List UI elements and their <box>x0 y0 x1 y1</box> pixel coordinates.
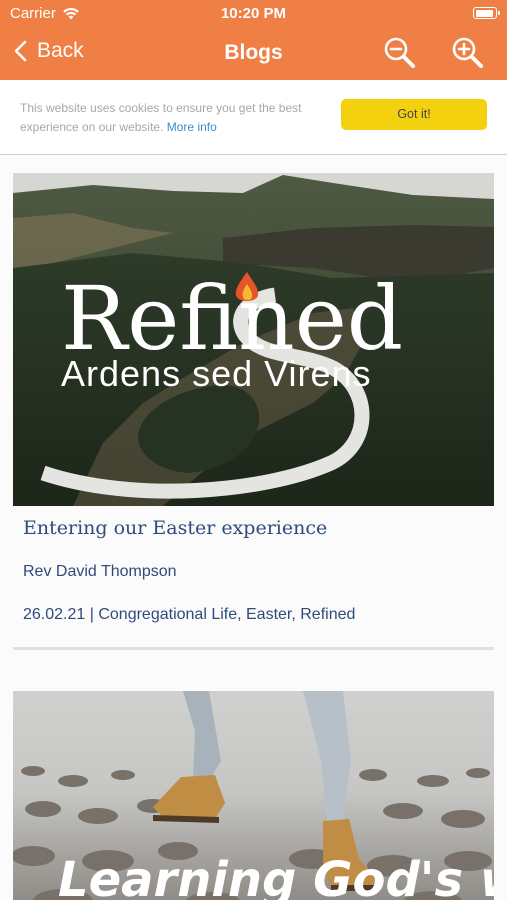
post-image-subtitle: Ardens sed Virens <box>61 353 372 394</box>
chevron-left-icon <box>14 40 27 62</box>
post-title[interactable]: Entering our Easter experience <box>23 517 327 539</box>
nav-bar: Back Blogs <box>0 28 507 80</box>
more-info-link[interactable]: More info <box>167 120 217 134</box>
cookie-message: This website uses cookies to ensure you … <box>20 99 320 137</box>
back-button[interactable]: Back <box>14 39 84 63</box>
meta-separator: | <box>89 606 94 623</box>
back-label: Back <box>37 39 84 62</box>
zoom-in-button[interactable] <box>451 36 485 75</box>
battery-level <box>475 9 493 17</box>
post-divider <box>13 647 494 650</box>
post-date: 26.02.21 <box>23 606 86 623</box>
post-author: Rev David Thompson <box>23 563 177 580</box>
cookie-banner: This website uses cookies to ensure you … <box>0 80 507 155</box>
post-image-title: Learning God's ways <box>58 852 494 900</box>
post-categories: Congregational Life, Easter, Refined <box>98 606 356 623</box>
status-bar: Carrier 10:20 PM <box>0 0 507 28</box>
blog-list[interactable]: Refined Ardens sed Virens Entering our E… <box>0 155 507 900</box>
status-time: 10:20 PM <box>220 5 287 22</box>
post-meta: 26.02.21 | Congregational Life, Easter, … <box>23 606 355 624</box>
post-image[interactable]: Refined Ardens sed Virens <box>13 173 494 506</box>
zoom-in-icon <box>452 37 483 68</box>
post-image[interactable]: Learning God's ways <box>13 691 494 900</box>
zoom-out-icon <box>384 37 415 68</box>
zoom-out-button[interactable] <box>383 36 417 75</box>
got-it-button[interactable]: Got it! <box>341 99 487 130</box>
cookie-text: This website uses cookies to ensure you … <box>20 101 302 134</box>
battery-icon <box>473 7 500 19</box>
